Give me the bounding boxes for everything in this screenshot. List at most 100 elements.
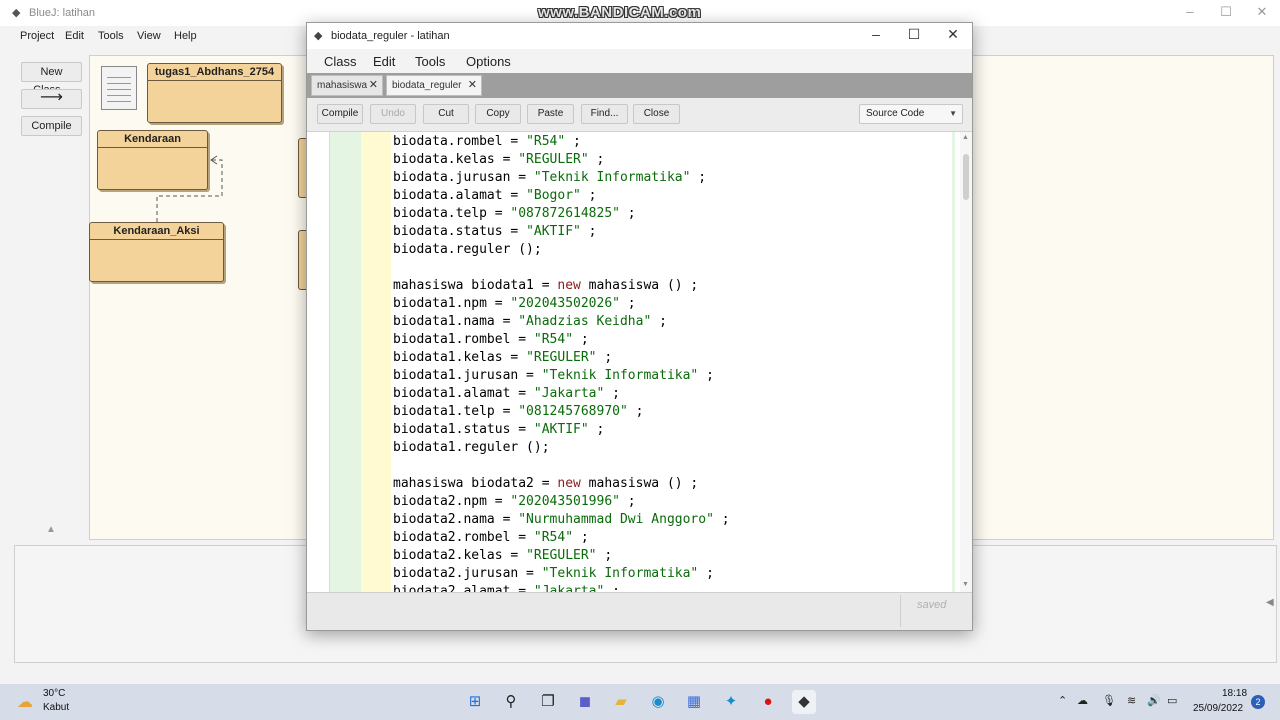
editor-scrollbar[interactable]: ▲ ▼: [960, 132, 972, 592]
scroll-up-icon[interactable]: ▲: [962, 134, 969, 141]
string-literal: "081245768970": [518, 404, 628, 419]
string-literal: "R54": [533, 332, 574, 347]
menu-options[interactable]: Options: [466, 54, 511, 69]
close-icon[interactable]: ✕: [936, 26, 970, 43]
menu-help[interactable]: Help: [174, 30, 197, 42]
battery-icon[interactable]: ▭: [1167, 694, 1177, 707]
code-text: biodata1.npm =: [393, 296, 511, 311]
save-status: saved: [917, 599, 947, 611]
collapse-left-icon[interactable]: ◀: [1266, 597, 1274, 608]
code-text: biodata1.rombel =: [393, 332, 534, 347]
undo-button[interactable]: Undo: [370, 104, 416, 124]
menu-tools[interactable]: Tools: [415, 54, 445, 69]
bluej-logo-icon: ◆: [12, 7, 21, 19]
compile-button[interactable]: Compile: [317, 104, 363, 124]
new-class-button[interactable]: New Class...: [21, 62, 82, 96]
editor-window: ◆ biodata_reguler - latihan – ☐ ✕ Class …: [306, 22, 973, 631]
file-explorer-icon[interactable]: ▰: [609, 690, 633, 714]
maximize-icon[interactable]: ☐: [1211, 4, 1241, 20]
code-text: mahasiswa () ;: [580, 476, 699, 491]
code-text: ;: [651, 314, 667, 329]
scroll-down-icon[interactable]: ▼: [962, 581, 969, 588]
code-text: ;: [619, 206, 636, 221]
code-line: mahasiswa biodata1 = new mahasiswa () ;: [393, 277, 730, 295]
tab-biodata-reguler[interactable]: biodata_reguler ✕: [386, 75, 482, 96]
cloud-icon[interactable]: ☁: [1077, 694, 1088, 707]
code-text: ;: [604, 584, 620, 592]
view-mode-select[interactable]: Source Code ▼: [859, 104, 963, 124]
code-text: ;: [713, 512, 730, 527]
string-literal: "202043502026": [510, 296, 620, 311]
record-icon[interactable]: ●: [756, 690, 780, 714]
code-text: ;: [604, 386, 620, 401]
weather-cloud-sun-icon[interactable]: ☁: [17, 692, 33, 712]
code-line: biodata1.alamat = "Jakarta" ;: [393, 385, 730, 403]
chevron-up-icon[interactable]: ⌃: [1058, 694, 1067, 707]
close-tab-icon[interactable]: ✕: [468, 76, 477, 95]
code-text: ;: [619, 296, 636, 311]
class-name: Kendaraan: [98, 131, 207, 148]
store-icon[interactable]: ▦: [682, 690, 706, 714]
chat-icon[interactable]: ◼: [573, 690, 597, 714]
clock-time[interactable]: 18:18: [1222, 688, 1247, 699]
class-name: tugas1_Abdhans_2754: [148, 64, 281, 81]
notification-badge[interactable]: 2: [1251, 695, 1265, 709]
menu-tools[interactable]: Tools: [98, 30, 124, 42]
code-line: biodata1.status = "AKTIF" ;: [393, 421, 730, 439]
scrollbar-thumb[interactable]: [963, 154, 969, 200]
clock-date[interactable]: 25/09/2022: [1193, 703, 1243, 714]
task-view-icon[interactable]: ❐: [536, 690, 560, 714]
string-literal: "202043501996": [510, 494, 620, 509]
weather-description[interactable]: Kabut: [43, 702, 69, 713]
code-line: biodata.status = "AKTIF" ;: [393, 223, 730, 241]
code-text: biodata2.npm =: [393, 494, 511, 509]
collapse-up-icon[interactable]: ▲: [46, 524, 56, 535]
minimize-icon[interactable]: –: [1175, 4, 1205, 19]
readme-note-icon[interactable]: [101, 66, 137, 110]
find-button[interactable]: Find...: [581, 104, 628, 124]
class-box[interactable]: Kendaraan_Aksi: [89, 222, 224, 282]
paste-button[interactable]: Paste: [527, 104, 574, 124]
tab-label: mahasiswa: [317, 80, 368, 91]
new-inheritance-arrow-button[interactable]: ⟶: [21, 89, 82, 109]
menu-edit[interactable]: Edit: [373, 54, 395, 69]
view-mode-value: Source Code: [866, 108, 925, 119]
edge-browser-icon[interactable]: ◉: [646, 690, 670, 714]
speaker-icon[interactable]: 🔊: [1147, 694, 1161, 707]
code-text: biodata1.alamat =: [393, 386, 534, 401]
wifi-icon[interactable]: ≋: [1127, 694, 1136, 707]
windows-start-icon[interactable]: ⊞: [463, 690, 487, 714]
compile-all-button[interactable]: Compile: [21, 116, 82, 136]
code-text: biodata.jurusan =: [393, 170, 534, 185]
microphone-icon[interactable]: 🎙: [1102, 694, 1116, 707]
code-text: biodata1.reguler ();: [393, 440, 550, 455]
menu-class[interactable]: Class: [324, 54, 357, 69]
close-tab-icon[interactable]: ✕: [369, 76, 378, 95]
string-literal: "REGULER": [526, 548, 597, 563]
code-text: ;: [580, 188, 597, 203]
menu-project[interactable]: Project: [20, 30, 54, 42]
class-box[interactable]: tugas1_Abdhans_2754: [147, 63, 282, 123]
code-text: biodata1.nama =: [393, 314, 519, 329]
close-button[interactable]: Close: [633, 104, 680, 124]
menu-view[interactable]: View: [137, 30, 161, 42]
code-text: biodata2.rombel =: [393, 530, 534, 545]
weather-temperature[interactable]: 30°C: [43, 688, 65, 699]
maximize-icon[interactable]: ☐: [897, 26, 931, 43]
keyword: new: [557, 278, 581, 293]
bluej-app-icon[interactable]: ◆: [792, 690, 816, 714]
code-text: biodata2.nama =: [393, 512, 519, 527]
menu-edit[interactable]: Edit: [65, 30, 84, 42]
minimize-icon[interactable]: –: [859, 26, 893, 42]
copy-button[interactable]: Copy: [475, 104, 521, 124]
search-icon[interactable]: ⚲: [499, 690, 523, 714]
tab-mahasiswa[interactable]: mahasiswa ✕: [311, 75, 383, 96]
tips-icon[interactable]: ✦: [719, 690, 743, 714]
cut-button[interactable]: Cut: [423, 104, 469, 124]
code-text: biodata2.alamat =: [393, 584, 534, 592]
code-text: ;: [580, 224, 597, 239]
main-window-title: BlueJ: latihan: [29, 7, 96, 19]
close-icon[interactable]: ✕: [1247, 4, 1277, 20]
code-editor[interactable]: biodata.rombel = "R54" ; biodata.kelas = …: [307, 132, 972, 592]
